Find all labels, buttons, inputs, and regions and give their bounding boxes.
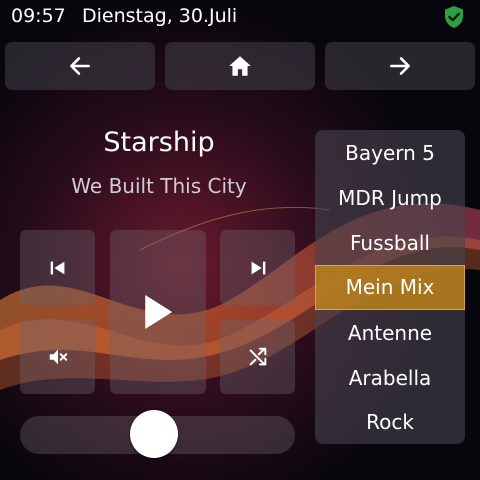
back-button[interactable]: [5, 42, 155, 90]
station-item[interactable]: Rock: [315, 400, 465, 445]
mute-button[interactable]: [20, 320, 95, 394]
forward-button[interactable]: [325, 42, 475, 90]
volume-slider-handle[interactable]: [130, 410, 178, 458]
station-item[interactable]: MDR Jump: [315, 176, 465, 221]
skip-previous-icon: [50, 261, 64, 274]
station-item[interactable]: Arabella: [315, 356, 465, 401]
play-button[interactable]: [110, 230, 206, 394]
station-item-selected[interactable]: Mein Mix: [315, 265, 465, 310]
skip-next-icon: [251, 261, 265, 274]
shield-check-icon: [445, 6, 463, 28]
shuffle-icon: [249, 347, 266, 366]
status-time: 09:57: [11, 5, 66, 27]
home-icon: [229, 56, 251, 76]
shuffle-button[interactable]: [220, 320, 295, 394]
arrow-left-icon: [70, 57, 90, 75]
home-button[interactable]: [165, 42, 315, 90]
status-date: Dienstag, 30.Juli: [82, 5, 238, 27]
station-item[interactable]: Antenne: [315, 311, 465, 356]
arrow-right-icon: [390, 57, 410, 75]
station-item[interactable]: Fussball: [315, 221, 465, 266]
artist-name: Starship: [103, 127, 215, 158]
next-button[interactable]: [220, 230, 295, 305]
play-icon: [145, 295, 173, 329]
volume-mute-icon: [49, 349, 67, 365]
song-title: We Built This City: [71, 174, 247, 198]
station-item[interactable]: Bayern 5: [315, 131, 465, 176]
previous-button[interactable]: [20, 230, 95, 305]
